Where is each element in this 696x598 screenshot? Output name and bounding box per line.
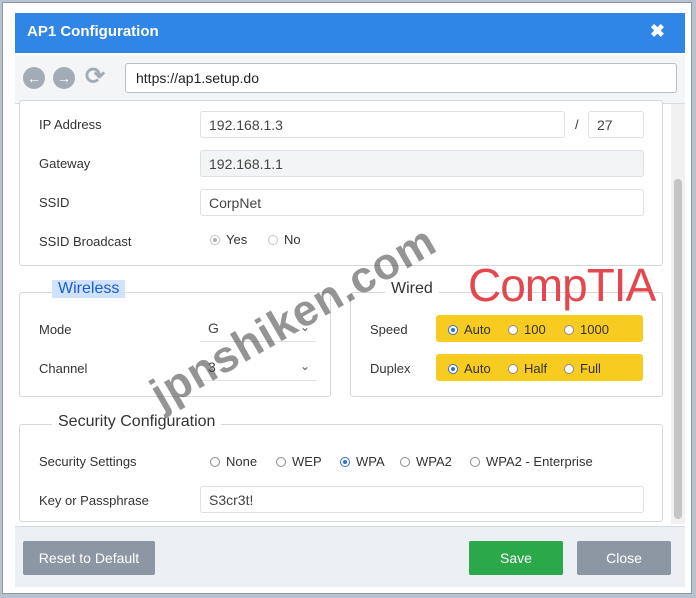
radio-icon [564, 324, 574, 335]
radio-label: No [284, 232, 301, 247]
close-button[interactable]: Close [577, 541, 671, 575]
radio-label: WPA2 [416, 454, 452, 469]
radio-icon [508, 363, 518, 374]
mode-label: Mode [39, 322, 72, 337]
duplex-full-radio[interactable]: Full [564, 361, 601, 376]
duplex-label: Duplex [370, 361, 411, 376]
radio-icon [564, 363, 574, 374]
scrollbar[interactable] [671, 104, 685, 524]
ssid-input[interactable]: CorpNet [200, 189, 644, 216]
ip-address-input[interactable]: 192.168.1.3 [200, 111, 565, 138]
radio-icon [400, 456, 410, 467]
close-icon[interactable]: ✖ [650, 21, 665, 42]
radio-icon [470, 456, 480, 467]
prefix-input[interactable]: 27 [588, 111, 644, 138]
speed-1000-radio[interactable]: 1000 [564, 322, 609, 337]
radio-label: 1000 [580, 322, 609, 337]
radio-label: WEP [292, 454, 322, 469]
prefix-slash: / [575, 117, 579, 132]
radio-icon [508, 324, 518, 335]
security-legend: Security Configuration [52, 413, 222, 431]
scrollbar-thumb[interactable] [674, 179, 682, 519]
radio-icon [340, 456, 350, 467]
back-arrow-icon[interactable]: ← [23, 67, 45, 89]
radio-icon [268, 234, 278, 245]
title-bar: AP1 Configuration ✖ [15, 13, 685, 53]
window-title: AP1 Configuration [27, 23, 159, 40]
security-settings-label: Security Settings [39, 454, 137, 469]
security-wpa2-enterprise-radio[interactable]: WPA2 - Enterprise [470, 454, 593, 469]
reset-default-button[interactable]: Reset to Default [23, 541, 155, 575]
refresh-icon[interactable]: ⟳ [85, 64, 105, 90]
save-button[interactable]: Save [469, 541, 563, 575]
duplex-options-group: Auto Half Full [436, 354, 643, 381]
radio-label: Full [580, 361, 601, 376]
radio-label: 100 [524, 322, 546, 337]
security-none-radio[interactable]: None [210, 454, 257, 469]
ap1-config-window: AP1 Configuration ✖ ← → ⟳ https://ap1.se… [2, 2, 692, 594]
chevron-down-icon: ⌄ [299, 359, 310, 373]
radio-label: WPA [356, 454, 385, 469]
radio-icon [448, 324, 458, 335]
radio-label: Half [524, 361, 548, 376]
broadcast-no-radio[interactable]: No [268, 232, 301, 247]
ssid-label: SSID [39, 195, 70, 210]
speed-auto-radio[interactable]: Auto [448, 322, 491, 337]
duplex-half-radio[interactable]: Half [508, 361, 547, 376]
browser-nav-bar: ← → ⟳ https://ap1.setup.do [15, 55, 685, 104]
duplex-auto-radio[interactable]: Auto [448, 361, 491, 376]
radio-icon [210, 234, 220, 245]
comptia-watermark: CompTIA [468, 259, 656, 311]
wireless-legend: Wireless [52, 280, 126, 298]
gateway-input[interactable]: 192.168.1.1 [200, 150, 644, 177]
radio-icon [448, 363, 458, 374]
speed-options-group: Auto 100 1000 [436, 315, 643, 342]
radio-label: None [226, 454, 258, 469]
network-panel: IP Address 192.168.1.3 / 27 Gateway 192.… [19, 100, 663, 266]
speed-100-radio[interactable]: 100 [508, 322, 546, 337]
security-panel: Security Configuration Security Settings… [19, 413, 663, 522]
radio-label: Auto [464, 322, 491, 337]
radio-label: WPA2 - Enterprise [486, 454, 593, 469]
ssid-broadcast-label: SSID Broadcast [39, 234, 132, 249]
security-wep-radio[interactable]: WEP [276, 454, 322, 469]
passphrase-label: Key or Passphrase [39, 493, 149, 508]
radio-icon [276, 456, 286, 467]
security-wpa-radio[interactable]: WPA [340, 454, 385, 469]
radio-icon [210, 456, 220, 467]
security-wpa2-radio[interactable]: WPA2 [400, 454, 452, 469]
dialog-footer: Reset to Default Save Close [15, 526, 685, 587]
gateway-label: Gateway [39, 156, 91, 171]
broadcast-yes-radio[interactable]: Yes [210, 232, 247, 247]
passphrase-input[interactable]: S3cr3t! [200, 486, 644, 513]
forward-arrow-icon[interactable]: → [53, 67, 75, 89]
radio-label: Auto [464, 361, 491, 376]
channel-label: Channel [39, 361, 88, 376]
radio-label: Yes [226, 232, 248, 247]
ip-address-label: IP Address [39, 117, 102, 132]
speed-label: Speed [370, 322, 408, 337]
url-bar[interactable]: https://ap1.setup.do [125, 63, 677, 93]
